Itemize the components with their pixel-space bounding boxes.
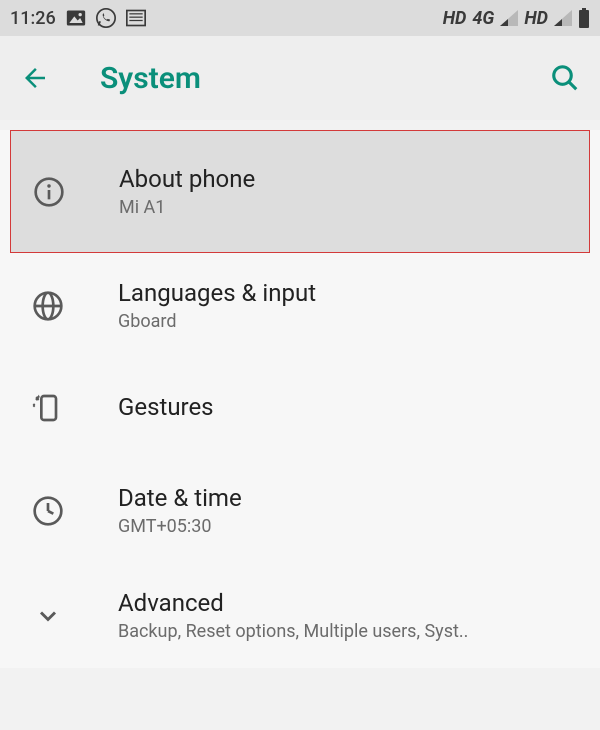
app-bar: System xyxy=(0,36,600,120)
item-subtitle: Gboard xyxy=(118,311,316,332)
list-item-advanced[interactable]: Advanced Backup, Reset options, Multiple… xyxy=(0,563,600,668)
whatsapp-icon xyxy=(96,8,116,28)
status-left: 11:26 xyxy=(10,8,146,29)
network-indicator: 4G xyxy=(472,8,494,29)
list-item-gestures[interactable]: Gestures xyxy=(0,358,600,458)
clock-icon xyxy=(28,495,68,527)
item-text: Advanced Backup, Reset options, Multiple… xyxy=(118,589,468,642)
status-time: 11:26 xyxy=(10,8,56,29)
list-item-about-phone[interactable]: About phone Mi A1 xyxy=(10,130,590,253)
hd-indicator-2: HD xyxy=(524,8,548,29)
news-icon xyxy=(126,9,146,27)
info-icon xyxy=(29,176,69,208)
back-icon[interactable] xyxy=(20,63,50,93)
item-title: Advanced xyxy=(118,589,468,617)
search-icon[interactable] xyxy=(550,63,580,93)
battery-icon xyxy=(578,8,590,28)
item-title: About phone xyxy=(119,165,255,193)
list-item-languages[interactable]: Languages & input Gboard xyxy=(0,253,600,358)
page-title: System xyxy=(100,61,201,96)
item-text: Gestures xyxy=(118,393,214,423)
item-subtitle: Backup, Reset options, Multiple users, S… xyxy=(118,621,468,642)
globe-icon xyxy=(28,290,68,322)
settings-list: About phone Mi A1 Languages & input Gboa… xyxy=(0,130,600,668)
signal-icon-2 xyxy=(554,10,572,26)
hd-indicator-1: HD xyxy=(443,8,467,29)
status-bar: 11:26 HD 4G HD xyxy=(0,0,600,36)
item-title: Languages & input xyxy=(118,279,316,307)
item-subtitle: Mi A1 xyxy=(119,197,255,218)
list-item-date-time[interactable]: Date & time GMT+05:30 xyxy=(0,458,600,563)
item-text: Date & time GMT+05:30 xyxy=(118,484,242,537)
chevron-down-icon xyxy=(28,602,68,630)
signal-icon-1 xyxy=(500,10,518,26)
item-text: About phone Mi A1 xyxy=(119,165,255,218)
item-text: Languages & input Gboard xyxy=(118,279,316,332)
gestures-icon xyxy=(28,392,68,424)
gallery-icon xyxy=(66,9,86,27)
item-title: Date & time xyxy=(118,484,242,512)
item-title: Gestures xyxy=(118,393,214,421)
item-subtitle: GMT+05:30 xyxy=(118,516,242,537)
status-right: HD 4G HD xyxy=(443,8,590,29)
